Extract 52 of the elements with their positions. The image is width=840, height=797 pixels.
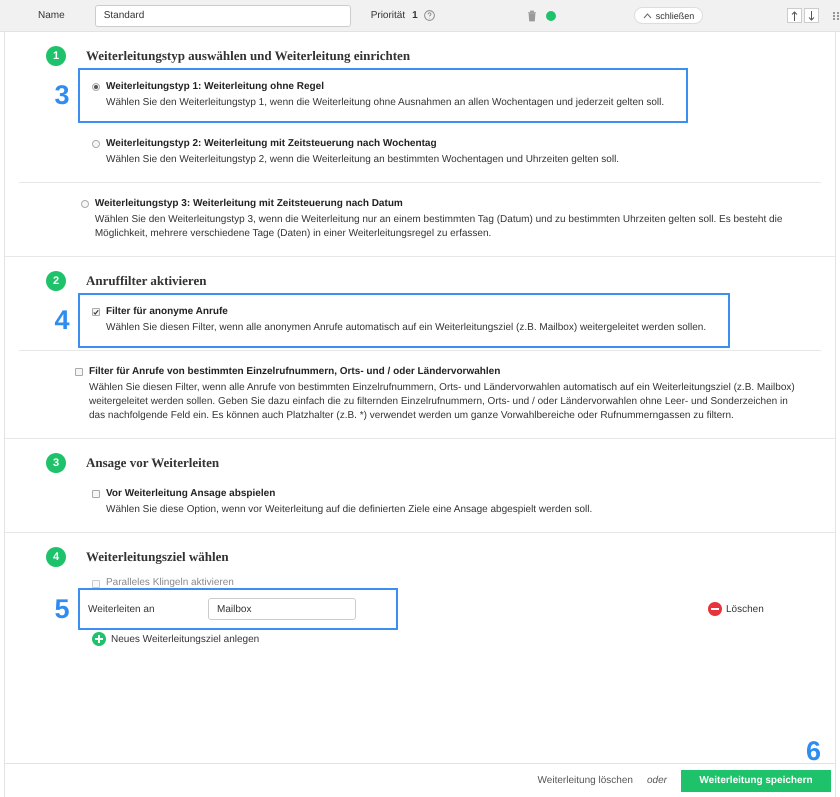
section-title: Ansage vor Weiterleiten <box>86 455 220 471</box>
option-title: Weiterleitungstyp 3: Weiterleitung mit Zeitsteuerung nach Datum <box>94 198 404 210</box>
option-title: Weiterleitungstyp 1: Weiterleitung ohne Regel <box>106 81 325 93</box>
checkbox[interactable] <box>75 368 83 376</box>
option-title: Vor Weiterleitung Ansage abspielen <box>106 488 276 500</box>
arrow-up-icon <box>791 10 798 20</box>
callout-number: 4 <box>53 305 71 336</box>
name-field[interactable]: Standard <box>94 4 351 26</box>
option-title: Weiterleitungstyp 2: Weiterleitung mit Zeitsteuerung nach Wochentag <box>106 138 438 150</box>
priority-value: 1 <box>412 10 418 21</box>
option-description: Wählen Sie diesen Filter, wenn alle anonymen Anrufe automatisch auf ein Weiterleitungsziel (z.B. Mailbox) weitergeleitet werden sollen. <box>106 321 706 335</box>
step-number: 3 <box>46 453 66 473</box>
callout-number: 3 <box>53 80 71 111</box>
radio-button[interactable] <box>92 140 100 148</box>
or-text: oder <box>646 775 667 786</box>
target-field[interactable]: Mailbox <box>208 598 356 620</box>
option-description: Wählen Sie den Weiterleitungstyp 1, wenn die Weiterleitung ohne Ausnahmen an allen Wochentagen und jederzeit gelten soll. <box>106 96 664 110</box>
name-label: Name <box>38 10 65 21</box>
step-number: 1 <box>46 46 66 66</box>
section-title: Anruffilter aktivieren <box>86 273 206 289</box>
drag-handle-icon[interactable] <box>833 12 840 20</box>
option-title: Filter für anonyme Anrufe <box>106 306 229 318</box>
option-description: Wählen Sie den Weiterleitungstyp 3, wenn die Weiterleitung nur an einem bestimmten Tag (Datum) und zu bestimmten Uhrzeiten gelten soll. Es besteht die Möglichkeit, mehrere verschiedene Tage (Daten) in einer Weiterleitungsregel zu erfassen. <box>94 213 784 241</box>
radio-button[interactable] <box>80 200 89 208</box>
radio-button[interactable] <box>92 83 100 91</box>
step-number: 4 <box>46 547 66 567</box>
move-down-button[interactable] <box>804 8 820 23</box>
help-icon[interactable] <box>424 10 435 21</box>
callout-number: 6 <box>806 736 821 767</box>
option-description: Wählen Sie den Weiterleitungstyp 2, wenn die Weiterleitung an bestimmten Wochentagen und Uhrzeiten gelten soll. <box>106 153 620 167</box>
checkbox[interactable] <box>92 308 100 316</box>
checkbox[interactable] <box>92 490 100 498</box>
minus-icon <box>708 602 722 616</box>
callout-number: 5 <box>53 594 71 624</box>
option-title: Filter für Anrufe von bestimmten Einzelrufnummern, Orts- und / oder Ländervorwahlen <box>89 366 502 378</box>
option-description: Wählen Sie diesen Filter, wenn alle Anrufe von bestimmten Einzelrufnummern, Orts- und Ländervorwahlen automatisch auf ein Weiterleitungsziel (z.B. Mailbox) weitergeleitet werden sollen. Geben Sie dazu einfach die zu filternden Einzelrufnummern, Orts- und / oder Ländervorwahlen ohne Leer- und Sonderzeichen in das nachfolgende Feld ein. Es können auch Platzhalter (z.B. *) verwendet werden um ganze Vorwahlbereiche oder Rufnummerngassen zu filtern. <box>89 381 796 423</box>
trash-icon[interactable] <box>526 10 537 22</box>
option-description: Wählen Sie diese Option, wenn vor Weiterleitung auf die definierten Ziele eine Ansage abgespielt werden soll. <box>106 503 592 517</box>
move-up-button[interactable] <box>787 8 802 23</box>
add-target-link[interactable]: Neues Weiterleitungsziel anlegen <box>92 632 260 646</box>
priority-label: Priorität <box>370 10 406 21</box>
delete-forwarding-link[interactable]: Weiterleitung löschen <box>538 775 633 786</box>
close-button[interactable]: schließen <box>634 7 704 24</box>
section-title: Weiterleitungsziel wählen <box>86 549 229 565</box>
step-number: 2 <box>46 271 66 291</box>
section-title: Weiterleitungstyp auswählen und Weiterleitung einrichten <box>86 48 410 64</box>
caret-up-icon <box>642 12 652 18</box>
delete-link[interactable]: Löschen <box>708 602 764 616</box>
plus-icon <box>92 632 106 646</box>
checkbox-label: Paralleles Klingeln aktivieren <box>106 577 234 588</box>
arrow-down-icon <box>808 10 816 20</box>
field-label: Weiterleiten an <box>88 604 156 614</box>
